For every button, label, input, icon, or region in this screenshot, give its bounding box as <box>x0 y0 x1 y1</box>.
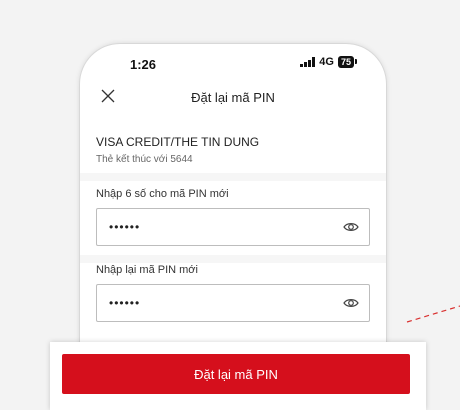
confirm-pin-value: •••••• <box>109 296 141 310</box>
footer-bar: Đặt lại mã PIN <box>50 342 426 410</box>
status-bar: 1:26 4G 75 <box>80 44 386 84</box>
card-ending: Thẻ kết thúc với 5644 <box>96 154 193 165</box>
eye-icon[interactable] <box>343 221 359 233</box>
battery-level: 75 <box>340 57 351 67</box>
battery-icon: 75 <box>337 56 358 68</box>
confirm-pin-label: Nhập lại mã PIN mới <box>96 264 198 276</box>
section-divider <box>80 173 386 181</box>
status-indicators: 4G 75 <box>300 56 358 68</box>
nav-bar: Đặt lại mã PIN <box>80 84 386 116</box>
new-pin-field[interactable]: •••••• <box>96 208 370 246</box>
page-title: Đặt lại mã PIN <box>191 90 275 105</box>
card-name: VISA CREDIT/THE TIN DUNG <box>96 135 260 149</box>
section-divider <box>80 255 386 263</box>
reset-pin-button[interactable]: Đặt lại mã PIN <box>62 354 410 394</box>
eye-icon[interactable] <box>343 297 359 309</box>
new-pin-value: •••••• <box>109 220 141 234</box>
network-type: 4G <box>319 56 334 68</box>
screenshot-canvas: 1:26 4G 75 Đặt lại mã PIN VISA CREDIT/TH… <box>0 0 460 410</box>
confirm-pin-field[interactable]: •••••• <box>96 284 370 322</box>
signal-icon <box>300 57 316 67</box>
new-pin-label: Nhập 6 số cho mã PIN mới <box>96 188 229 200</box>
status-time: 1:26 <box>130 57 157 72</box>
